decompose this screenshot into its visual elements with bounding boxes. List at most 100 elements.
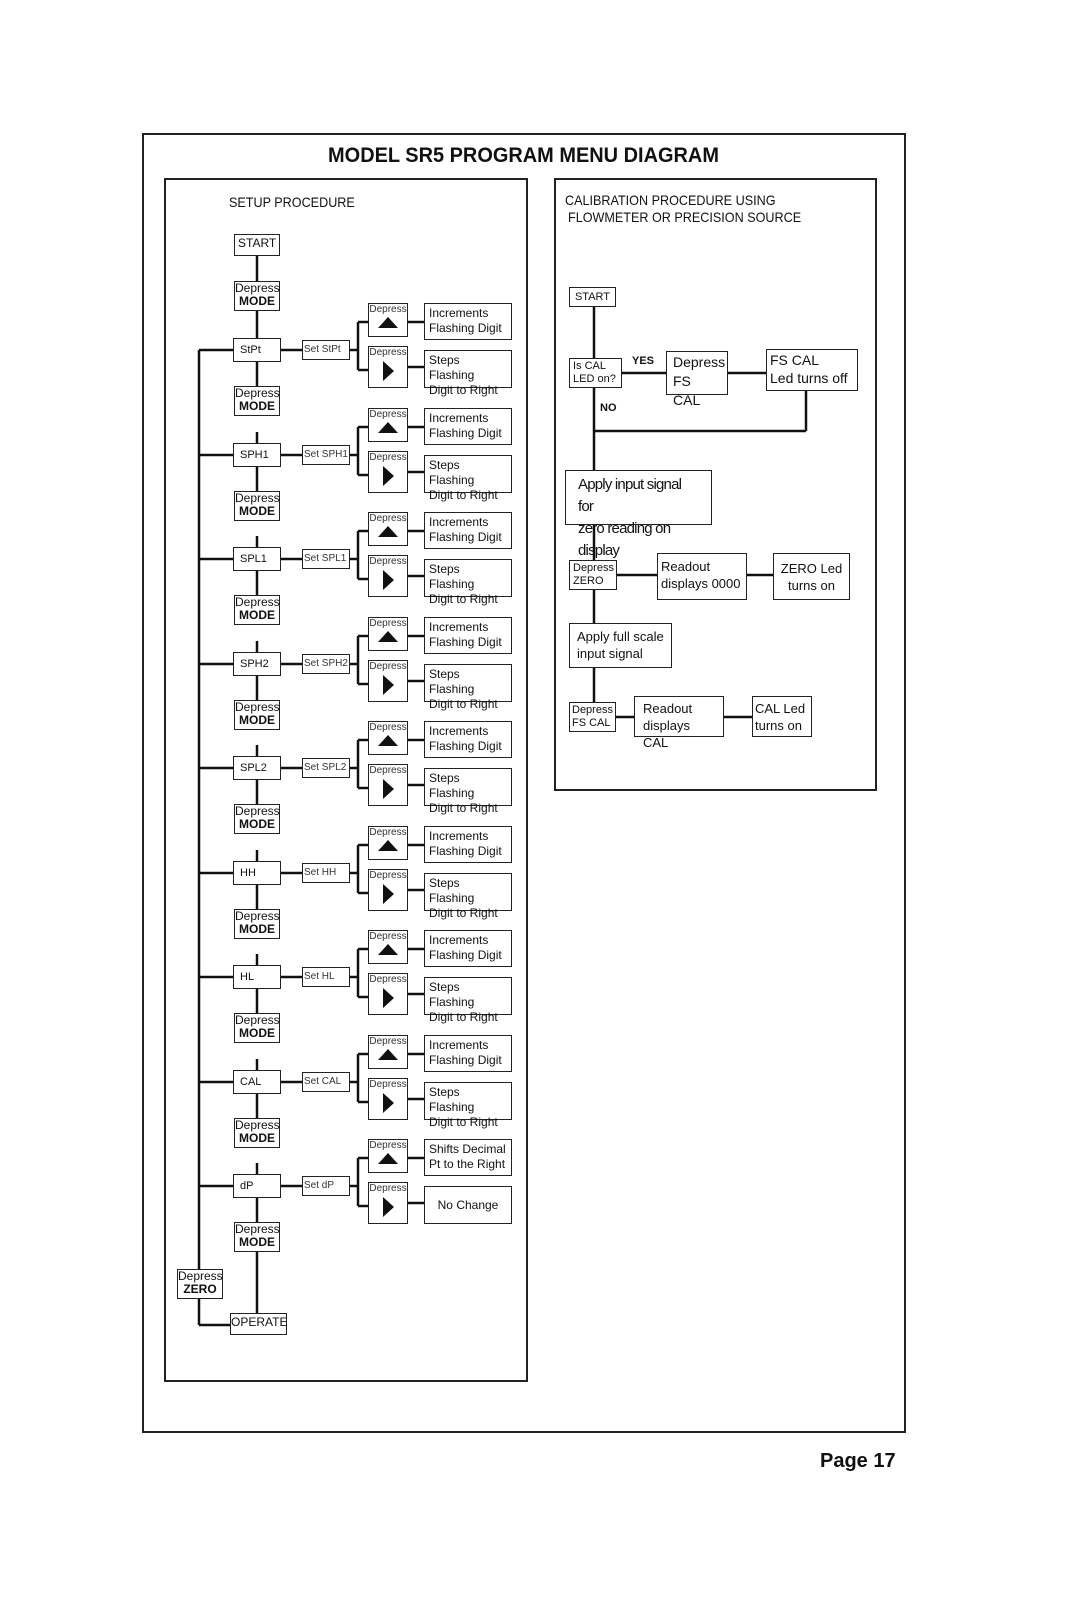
- readout-0000-box: Readout displays 0000: [657, 553, 747, 600]
- depress-up-button-box: Depress: [368, 930, 408, 964]
- depress-zero-box: Depress ZERO: [177, 1269, 223, 1299]
- up-result-box: Increments Flashing Digit: [424, 721, 512, 758]
- depress-right-button-box: Depress: [368, 1078, 408, 1120]
- depress-up-button-box: Depress: [368, 408, 408, 442]
- key-label: MODE: [239, 608, 275, 622]
- menu-item-box: dP: [233, 1174, 281, 1198]
- triangle-right-icon: [382, 1197, 394, 1217]
- set-box: Set SPH2: [302, 654, 350, 674]
- triangle-right-icon: [382, 1093, 394, 1113]
- depress-label: Depress: [369, 347, 407, 358]
- depress-mode-box: Depress MODE: [234, 281, 280, 311]
- yes-label: YES: [632, 355, 655, 367]
- right-result-box: Steps Flashing Digit to Right: [424, 768, 512, 815]
- set-box: Set SPL2: [302, 758, 350, 778]
- triangle-right-icon: [382, 884, 394, 904]
- readout-cal-box: Readout displays CAL: [634, 696, 724, 750]
- depress-mode-box: Depress MODE: [234, 595, 280, 625]
- triangle-right-icon: [382, 570, 394, 590]
- menu-item-box: SPH2: [233, 652, 281, 676]
- triangle-right-icon: [382, 988, 394, 1008]
- triangle-up-icon: [378, 1049, 398, 1060]
- depress-mode-box: Depress MODE: [234, 1013, 280, 1043]
- depress-right-button-box: Depress: [368, 764, 408, 806]
- key-label: MODE: [239, 713, 275, 727]
- no-label: NO: [600, 402, 617, 414]
- depress-right-button-box: Depress: [368, 346, 408, 388]
- menu-item-box: SPL2: [233, 756, 281, 780]
- menu-item-box: HL: [233, 965, 281, 989]
- depress-right-button-box: Depress: [368, 451, 408, 493]
- up-result-box: Increments Flashing Digit: [424, 303, 512, 340]
- up-result-box: Increments Flashing Digit: [424, 617, 512, 654]
- cal-start-box: START: [569, 287, 616, 307]
- depress-label: Depress: [369, 1140, 407, 1151]
- set-box: Set SPH1: [302, 445, 350, 465]
- triangle-right-icon: [382, 675, 394, 695]
- triangle-up-icon: [378, 735, 398, 746]
- menu-item-box: CAL: [233, 1070, 281, 1094]
- triangle-right-icon: [382, 466, 394, 486]
- depress-mode-box: Depress MODE: [234, 700, 280, 730]
- depress-right-button-box: Depress: [368, 555, 408, 597]
- depress-up-button-box: Depress: [368, 303, 408, 337]
- start-box: START: [234, 234, 280, 256]
- set-box: Set CAL: [302, 1072, 350, 1092]
- triangle-right-icon: [382, 361, 394, 381]
- up-result-box: Increments Flashing Digit: [424, 826, 512, 863]
- depress-label: Depress: [369, 870, 407, 881]
- triangle-up-icon: [378, 631, 398, 642]
- depress-up-button-box: Depress: [368, 1139, 408, 1173]
- fs-cal-led-off-box: FS CAL Led turns off: [766, 349, 858, 391]
- up-result-box: Shifts Decimal Pt to the Right: [424, 1139, 512, 1176]
- depress-label: Depress: [369, 409, 407, 420]
- key-label: ZERO: [183, 1282, 217, 1296]
- depress-up-button-box: Depress: [368, 617, 408, 651]
- triangle-up-icon: [378, 526, 398, 537]
- up-result-box: Increments Flashing Digit: [424, 512, 512, 549]
- triangle-up-icon: [378, 944, 398, 955]
- right-result-box: Steps Flashing Digit to Right: [424, 664, 512, 711]
- depress-zero-box: Depress ZERO: [569, 560, 617, 590]
- apply-zero-signal-box: Apply input signal for zero reading on d…: [565, 470, 712, 559]
- up-result-box: Increments Flashing Digit: [424, 408, 512, 445]
- set-box: Set StPt: [302, 340, 350, 360]
- depress-mode-box: Depress MODE: [234, 386, 280, 416]
- key-label: MODE: [239, 504, 275, 518]
- menu-item-box: SPH1: [233, 443, 281, 467]
- connector-lines: [197, 256, 808, 1327]
- key-label: MODE: [239, 294, 275, 308]
- right-result-box: Steps Flashing Digit to Right: [424, 559, 512, 606]
- zero-led-on-box: ZERO Led turns on: [773, 553, 850, 600]
- depress-up-button-box: Depress: [368, 826, 408, 860]
- depress-right-button-box: Depress: [368, 660, 408, 702]
- menu-item-box: HH: [233, 861, 281, 885]
- right-result-box: Steps Flashing Digit to Right: [424, 873, 512, 920]
- depress-label: Depress: [369, 661, 407, 672]
- key-label: MODE: [239, 399, 275, 413]
- menu-item-box: SPL1: [233, 547, 281, 571]
- depress-mode-box: Depress MODE: [234, 804, 280, 834]
- key-label: MODE: [239, 922, 275, 936]
- depress-label: Depress: [369, 1036, 407, 1047]
- up-result-box: Increments Flashing Digit: [424, 930, 512, 967]
- depress-fs-cal-box: Depress FS CAL: [666, 351, 728, 408]
- depress-label: Depress: [369, 304, 407, 315]
- menu-item-box: StPt: [233, 338, 281, 362]
- right-result-box: Steps Flashing Digit to Right: [424, 1082, 512, 1129]
- right-result-box: Steps Flashing Digit to Right: [424, 455, 512, 502]
- triangle-up-icon: [378, 422, 398, 433]
- depress-fs-cal-small-box: Depress FS CAL: [569, 702, 616, 732]
- depress-up-button-box: Depress: [368, 512, 408, 546]
- set-box: Set HL: [302, 967, 350, 987]
- apply-full-scale-box: Apply full scale input signal: [569, 623, 672, 668]
- depress-up-button-box: Depress: [368, 721, 408, 755]
- up-result-box: Increments Flashing Digit: [424, 1035, 512, 1072]
- cal-led-on-box: CAL Led turns on: [752, 696, 812, 737]
- right-result-box: Steps Flashing Digit to Right: [424, 350, 512, 397]
- depress-label: Depress: [369, 618, 407, 629]
- triangle-up-icon: [378, 840, 398, 851]
- depress-right-button-box: Depress: [368, 973, 408, 1015]
- depress-label: Depress: [369, 765, 407, 776]
- key-label: MODE: [239, 1026, 275, 1040]
